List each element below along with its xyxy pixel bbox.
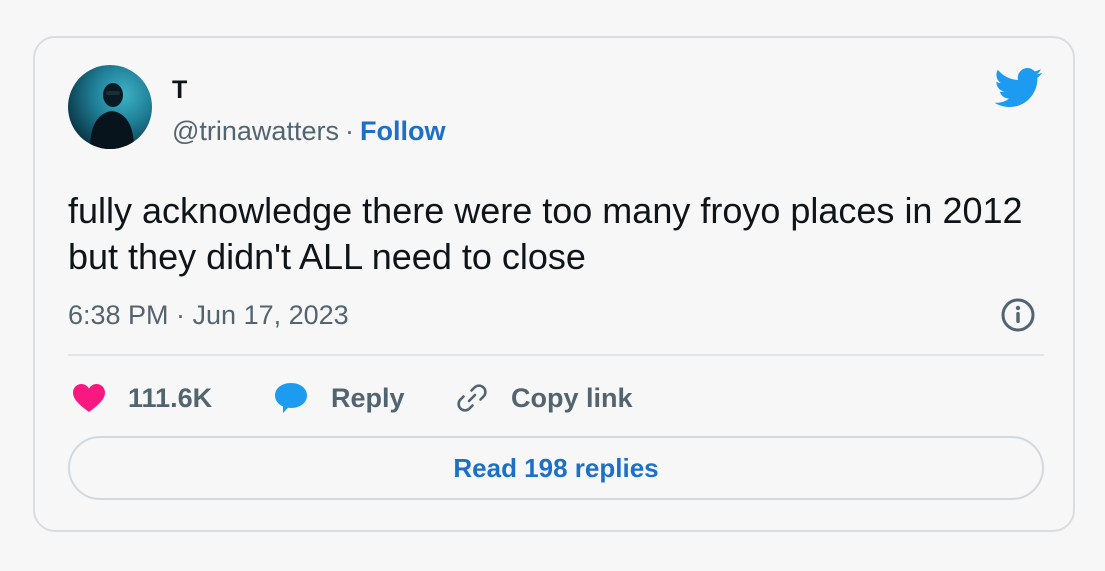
tweet-timestamp[interactable]: 6:38 PM · Jun 17, 2023 [68, 300, 349, 331]
twitter-bird-icon[interactable] [995, 68, 1043, 108]
divider [68, 354, 1044, 356]
avatar[interactable] [68, 65, 152, 149]
speech-bubble-icon [275, 383, 307, 413]
tweet-text: fully acknowledge there were too many fr… [68, 190, 1023, 277]
reply-button[interactable]: Reply [273, 378, 405, 418]
copy-link-label: Copy link [511, 382, 633, 413]
copy-link-button[interactable]: Copy link [455, 378, 633, 418]
info-icon[interactable] [1000, 297, 1036, 333]
follow-link[interactable]: Follow [360, 116, 445, 146]
display-name[interactable]: T [172, 76, 187, 105]
reply-label: Reply [331, 382, 405, 413]
read-replies-button[interactable]: Read 198 replies [68, 436, 1044, 500]
like-button[interactable]: 111.6K [72, 378, 212, 418]
handle-row: @trinawatters · Follow [172, 116, 445, 147]
like-count: 111.6K [128, 382, 213, 413]
link-icon [457, 384, 487, 412]
heart-icon [73, 384, 105, 412]
separator-dot: · [344, 116, 354, 146]
user-handle[interactable]: @trinawatters [172, 116, 339, 146]
tweet-card: T @trinawatters · Follow fully acknowledge… [33, 36, 1075, 532]
